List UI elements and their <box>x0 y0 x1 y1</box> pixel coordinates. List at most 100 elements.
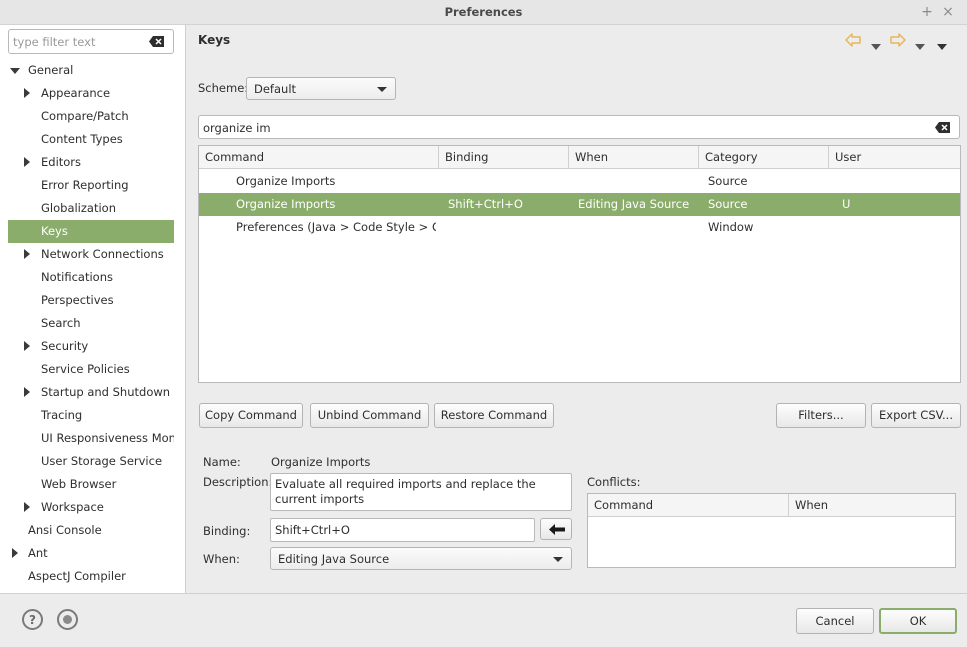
export-csv-button[interactable]: Export CSV... <box>871 403 961 428</box>
binding-value: Shift+Ctrl+O <box>275 523 350 537</box>
keys-search-field[interactable] <box>198 115 960 139</box>
tree-item-label: Content Types <box>41 132 123 146</box>
tree-item-error-reporting[interactable]: Error Reporting <box>8 174 174 197</box>
maximize-button[interactable]: + <box>920 4 934 20</box>
tree-item-workspace[interactable]: Workspace <box>8 496 174 519</box>
tree-item-search[interactable]: Search <box>8 312 174 335</box>
column-header-user[interactable]: User <box>829 146 960 169</box>
tree-item-notifications[interactable]: Notifications <box>8 266 174 289</box>
record-macro-icon[interactable] <box>57 609 78 630</box>
when-value: Editing Java Source <box>278 552 390 566</box>
keys-search-input[interactable] <box>203 120 903 136</box>
expand-icon[interactable] <box>22 496 32 519</box>
column-header-command[interactable]: Command <box>199 146 439 169</box>
cell-user: U <box>842 197 851 211</box>
tree-item-label: User Storage Service <box>41 454 163 468</box>
tree-item-label: Globalization <box>41 201 116 215</box>
back-history-dropdown-icon[interactable] <box>871 39 881 53</box>
filter-input[interactable] <box>13 34 143 50</box>
tree-item-label: Tracing <box>41 408 83 422</box>
cell-binding: Shift+Ctrl+O <box>448 197 523 211</box>
column-header-when[interactable]: When <box>569 146 699 169</box>
clear-search-icon[interactable] <box>935 122 951 133</box>
conflicts-label: Conflicts: <box>587 475 641 489</box>
restore-command-button[interactable]: Restore Command <box>434 403 554 428</box>
tree-item-startup-and-shutdown[interactable]: Startup and Shutdown <box>8 381 174 404</box>
back-icon[interactable] <box>845 33 861 50</box>
cell-command: Organize Imports <box>236 197 336 211</box>
forward-history-dropdown-icon[interactable] <box>915 39 925 53</box>
tree-item-label: Error Reporting <box>41 178 129 192</box>
tree-item-keys[interactable]: Keys <box>8 220 174 243</box>
insert-special-key-button[interactable] <box>540 518 572 540</box>
view-menu-icon[interactable] <box>937 39 947 53</box>
tree-item-label: Keys <box>41 224 68 238</box>
tree-item-network-connections[interactable]: Network Connections <box>8 243 174 266</box>
collapse-icon[interactable] <box>10 59 20 82</box>
tree-item-label: Security <box>41 339 89 353</box>
conflicts-column-command[interactable]: Command <box>588 494 789 517</box>
expand-icon[interactable] <box>10 542 20 565</box>
copy-command-button[interactable]: Copy Command <box>199 403 303 428</box>
tree-item-label: Search <box>41 316 81 330</box>
expand-icon[interactable] <box>22 151 32 174</box>
tree-item-label: Network Connections <box>41 247 164 261</box>
filters-button[interactable]: Filters... <box>776 403 866 428</box>
expand-icon[interactable] <box>22 82 32 105</box>
tree-item-aspectj-compiler[interactable]: AspectJ Compiler <box>8 565 174 588</box>
tree-item-content-types[interactable]: Content Types <box>8 128 174 151</box>
tree-item-web-browser[interactable]: Web Browser <box>8 473 174 496</box>
tree-item-editors[interactable]: Editors <box>8 151 174 174</box>
tree-item-appearance[interactable]: Appearance <box>8 82 174 105</box>
chevron-down-icon <box>377 87 387 92</box>
tree-item-globalization[interactable]: Globalization <box>8 197 174 220</box>
conflicts-column-when[interactable]: When <box>789 494 955 517</box>
tree-item-label: Notifications <box>41 270 113 284</box>
title-bar: Preferences + × <box>0 0 967 25</box>
tree-item-tracing[interactable]: Tracing <box>8 404 174 427</box>
tree-item-label: Compare/Patch <box>41 109 129 123</box>
scheme-label: Scheme: <box>198 81 249 95</box>
clear-filter-icon[interactable] <box>149 36 165 47</box>
cell-category: Source <box>708 197 748 211</box>
tree-item-perspectives[interactable]: Perspectives <box>8 289 174 312</box>
chevron-down-icon <box>553 557 563 562</box>
tree-item-ansi-console[interactable]: Ansi Console <box>8 519 174 542</box>
description-value: Evaluate all required imports and replac… <box>275 477 536 506</box>
unbind-command-button[interactable]: Unbind Command <box>310 403 429 428</box>
expand-icon[interactable] <box>22 335 32 358</box>
table-row[interactable]: Preferences (Java > Code Style > Organiz… <box>199 216 960 239</box>
when-select[interactable]: Editing Java Source <box>270 547 572 570</box>
tree-item-label: UI Responsiveness Monito <box>41 431 174 445</box>
filter-field[interactable] <box>8 29 174 54</box>
tree-item-service-policies[interactable]: Service Policies <box>8 358 174 381</box>
expand-icon[interactable] <box>22 243 32 266</box>
tree-item-general[interactable]: General <box>8 59 174 82</box>
binding-field[interactable]: Shift+Ctrl+O <box>270 518 535 542</box>
column-header-binding[interactable]: Binding <box>439 146 569 169</box>
tree-item-label: Workspace <box>41 500 104 514</box>
column-header-category[interactable]: Category <box>699 146 829 169</box>
close-button[interactable]: × <box>941 4 955 20</box>
tree-item-security[interactable]: Security <box>8 335 174 358</box>
expand-icon[interactable] <box>22 381 32 404</box>
help-icon[interactable]: ? <box>22 609 43 630</box>
scheme-select[interactable]: Default <box>246 77 396 100</box>
bindings-table: Command Binding When Category User Organ… <box>198 145 961 383</box>
when-label: When: <box>203 552 240 566</box>
tree-item-label: Ansi Console <box>28 523 102 537</box>
window-title: Preferences <box>444 5 523 19</box>
table-row[interactable]: Organize Imports Shift+Ctrl+O Editing Java… <box>199 193 960 216</box>
tree-item-ui-responsiveness-monito[interactable]: UI Responsiveness Monito <box>8 427 174 450</box>
tree-item-label: Editors <box>41 155 82 169</box>
forward-icon[interactable] <box>890 33 906 50</box>
tree-item-user-storage-service[interactable]: User Storage Service <box>8 450 174 473</box>
cell-command: Organize Imports <box>236 174 336 188</box>
table-row[interactable]: Organize Imports Source <box>199 170 960 193</box>
tree-item-ant[interactable]: Ant <box>8 542 174 565</box>
cell-command: Preferences (Java > Code Style > Organiz… <box>236 220 436 234</box>
description-field[interactable]: Evaluate all required imports and replac… <box>270 473 572 511</box>
tree-item-compare-patch[interactable]: Compare/Patch <box>8 105 174 128</box>
ok-button[interactable]: OK <box>879 608 957 634</box>
cancel-button[interactable]: Cancel <box>796 608 874 634</box>
